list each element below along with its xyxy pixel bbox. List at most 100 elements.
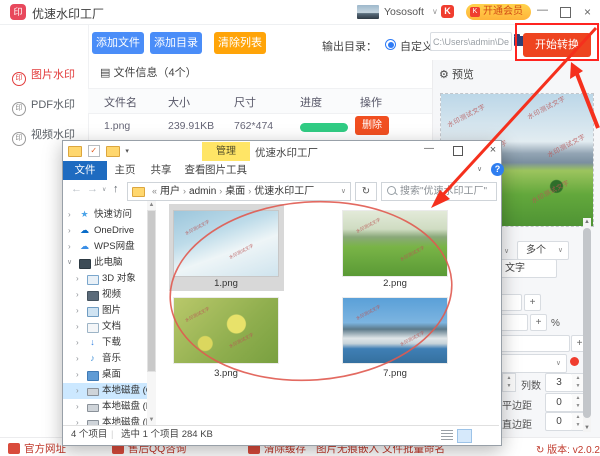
breadcrumb-folder[interactable]: 优速水印工厂 bbox=[254, 186, 314, 197]
scroll-down-icon[interactable]: ▼ bbox=[583, 425, 591, 431]
h-margin-input[interactable]: 0 bbox=[545, 393, 573, 412]
contextual-tab-manage[interactable]: 管理 bbox=[202, 142, 250, 161]
watermark-text: 水印测试文字 bbox=[525, 94, 567, 121]
refresh-icon[interactable]: ↻ bbox=[536, 445, 544, 456]
v-margin-input[interactable]: 0 bbox=[545, 412, 573, 431]
file-thumbnail-1[interactable]: 水印测试文字 水印测试文字 bbox=[174, 211, 278, 276]
avatar[interactable] bbox=[357, 5, 379, 19]
output-path-input[interactable] bbox=[430, 32, 512, 51]
stepper[interactable]: ▲▼ bbox=[502, 373, 516, 392]
tree-item-quick-access[interactable]: ›★快速访问 bbox=[63, 207, 147, 223]
scroll-up-icon[interactable]: ▲ bbox=[583, 219, 591, 225]
tab-picture-tools[interactable]: 图片工具 bbox=[202, 161, 250, 180]
documents-icon bbox=[87, 321, 98, 332]
tree-item-drive-d[interactable]: ›本地磁盘 (D:) bbox=[63, 399, 147, 415]
scrollbar-thumb[interactable] bbox=[148, 211, 155, 371]
desktop-icon bbox=[87, 369, 98, 380]
close-button[interactable]: × bbox=[584, 5, 591, 19]
file-name[interactable]: 1.png bbox=[174, 278, 278, 289]
new-folder-icon[interactable] bbox=[106, 146, 120, 157]
tab-file[interactable]: 文件 bbox=[63, 161, 107, 180]
chevron-down-icon[interactable]: ∨ bbox=[432, 7, 438, 16]
official-site-link[interactable]: 官方网址 bbox=[8, 441, 66, 456]
col-dims: 尺寸 bbox=[234, 94, 256, 110]
output-dir-label: 输出目录： bbox=[322, 38, 377, 54]
tree-item-this-pc[interactable]: ∨此电脑 bbox=[63, 255, 147, 271]
maximize-button[interactable] bbox=[560, 7, 571, 18]
columns-input[interactable]: 3 bbox=[545, 373, 573, 392]
tree-item-documents[interactable]: ›文档 bbox=[63, 319, 147, 335]
file-thumbnail-2[interactable]: 水印测试文字 水印测试文字 bbox=[343, 211, 447, 276]
file-name[interactable]: 3.png bbox=[174, 368, 278, 379]
tab-home[interactable]: 主页 bbox=[109, 161, 141, 180]
member-badge-icon: K bbox=[441, 5, 454, 18]
sidebar-item-pdf-watermark[interactable]: 印PDF水印 bbox=[0, 95, 88, 115]
details-view-icon[interactable] bbox=[441, 430, 453, 440]
tree-item-desktop[interactable]: ›桌面 bbox=[63, 367, 147, 383]
delete-button[interactable]: 删除 bbox=[355, 116, 389, 135]
scrollbar-thumb[interactable] bbox=[583, 228, 591, 418]
breadcrumb-users[interactable]: 用户 bbox=[160, 186, 180, 197]
search-icon bbox=[387, 186, 396, 195]
tree-item-drive-e[interactable]: ›本地磁盘 (E:) bbox=[63, 415, 147, 425]
tree-item-wps-drive[interactable]: ›☁WPS网盘 bbox=[63, 239, 147, 255]
file-grid: 水印测试文字 水印测试文字 1.png 水印测试文字 水印测试文字 2.png … bbox=[156, 201, 499, 425]
tree-item-pictures[interactable]: ›图片 bbox=[63, 303, 147, 319]
alert-badge bbox=[570, 357, 579, 366]
minimize-button[interactable]: — bbox=[537, 4, 548, 16]
tree-scrollbar[interactable]: ▲ ▼ bbox=[147, 201, 156, 425]
thumbnail-view-icon[interactable] bbox=[457, 429, 472, 443]
add-dir-button[interactable]: 添加目录 bbox=[150, 32, 202, 54]
sidebar-item-image-watermark[interactable]: 印图片水印 bbox=[0, 65, 88, 85]
minimize-ribbon-icon[interactable]: ∨ bbox=[477, 165, 482, 173]
plus-button[interactable]: + bbox=[524, 294, 541, 311]
clear-list-button[interactable]: 清除列表 bbox=[214, 32, 266, 54]
properties-check-icon[interactable]: ✓ bbox=[88, 145, 100, 157]
chevron-down-icon[interactable]: ∨ bbox=[504, 247, 509, 255]
scroll-up-icon[interactable]: ▲ bbox=[147, 202, 156, 208]
vip-upgrade-button[interactable]: K开通会员 bbox=[466, 4, 531, 20]
custom-radio[interactable] bbox=[385, 39, 396, 50]
tab-share[interactable]: 共享 bbox=[145, 161, 177, 180]
nav-tree: ›★快速访问 ›☁OneDrive ›☁WPS网盘 ∨此电脑 ›3D 对象 ›视… bbox=[63, 201, 147, 425]
scroll-down-icon[interactable]: ▼ bbox=[147, 417, 156, 423]
tree-item-downloads[interactable]: ›↓下载 bbox=[63, 335, 147, 351]
drive-icon bbox=[87, 401, 98, 412]
back-icon[interactable]: ← bbox=[71, 183, 82, 195]
recent-locations-icon[interactable]: ∨ bbox=[102, 186, 106, 193]
custom-radio-label[interactable]: 自定义 bbox=[400, 38, 433, 54]
file-name[interactable]: 2.png bbox=[343, 278, 447, 289]
multi-select-dropdown[interactable]: 多个∨ bbox=[517, 241, 569, 260]
tree-item-onedrive[interactable]: ›☁OneDrive bbox=[63, 223, 147, 239]
file-name[interactable]: 7.png bbox=[343, 368, 447, 379]
watermark-text: 水印测试文字 bbox=[545, 131, 587, 160]
account-name[interactable]: Yososoft bbox=[384, 6, 424, 18]
chevron-down-icon[interactable]: ▾ bbox=[125, 147, 129, 155]
address-dropdown-icon[interactable]: ∨ bbox=[341, 183, 346, 200]
tree-item-3d-objects[interactable]: ›3D 对象 bbox=[63, 271, 147, 287]
explorer-maximize-button[interactable] bbox=[453, 146, 463, 156]
file-thumbnail-7[interactable]: 水印测试文字 水印测试文字 bbox=[343, 298, 447, 363]
selection-info: 选中 1 个项目 284 KB bbox=[121, 426, 213, 444]
explorer-minimize-button[interactable]: — bbox=[415, 143, 443, 154]
download-icon: ↓ bbox=[87, 337, 98, 348]
plus-button[interactable]: + bbox=[530, 314, 547, 331]
tree-item-music[interactable]: ›♪音乐 bbox=[63, 351, 147, 367]
screen: 印 优速水印工厂 Yososoft ∨ K K开通会员 — × 添加文件 添加目… bbox=[0, 0, 600, 456]
forward-icon[interactable]: → bbox=[87, 183, 98, 195]
help-icon[interactable]: ? bbox=[491, 163, 504, 176]
breadcrumb[interactable]: «用户›admin›桌面›优速水印工厂 ∨ bbox=[127, 182, 351, 201]
breadcrumb-desktop[interactable]: 桌面 bbox=[225, 186, 245, 197]
cell-filename: 1.png bbox=[104, 120, 130, 132]
up-icon[interactable]: ↑ bbox=[113, 183, 119, 195]
file-thumbnail-3[interactable]: 水印测试文字 水印测试文字 bbox=[174, 298, 278, 363]
start-convert-button[interactable]: 开始转换 bbox=[523, 33, 591, 57]
tree-item-drive-c[interactable]: ›本地磁盘 (C:) bbox=[63, 383, 147, 399]
tree-item-videos[interactable]: ›视频 bbox=[63, 287, 147, 303]
add-file-button[interactable]: 添加文件 bbox=[92, 32, 144, 54]
videos-icon bbox=[87, 289, 98, 300]
search-input[interactable]: 搜索"优速水印工厂" bbox=[381, 182, 497, 201]
explorer-close-button[interactable]: × bbox=[483, 144, 503, 156]
breadcrumb-admin[interactable]: admin bbox=[189, 186, 216, 197]
refresh-button[interactable]: ↻ bbox=[355, 182, 377, 201]
